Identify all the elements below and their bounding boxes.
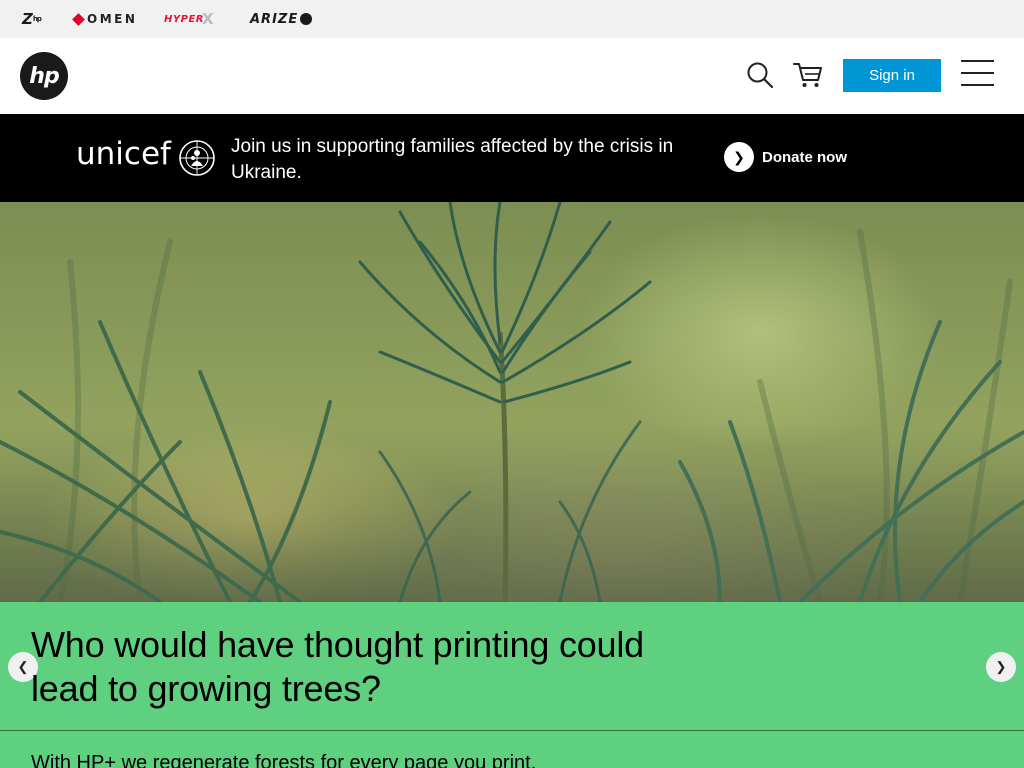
panel-divider <box>0 730 1024 731</box>
sign-in-button[interactable]: Sign in <box>843 59 941 92</box>
z-logo-text: Z <box>22 10 33 28</box>
unicef-wordmark: unicef <box>76 136 171 172</box>
unicef-promo-banner: unicef Join us in supporting families af… <box>0 114 1024 202</box>
cart-button[interactable] <box>791 58 825 92</box>
hyperx-x-mark: X <box>201 10 215 28</box>
hero-grass-illustration <box>0 202 1024 602</box>
arize-logo-text: ARIZE <box>250 11 299 27</box>
donate-now-label: Donate now <box>762 148 847 166</box>
chevron-left-icon: ❮ <box>17 659 29 674</box>
menu-line-icon <box>961 60 994 62</box>
carousel-next-button[interactable]: ❯ <box>986 652 1016 682</box>
sub-brand-strip: Zhp OMEN HYPER X ARIZE <box>0 0 1024 38</box>
menu-line-icon <box>961 84 994 86</box>
donate-now-link[interactable]: ❯ Donate now <box>724 142 847 172</box>
site-header: hp Sign in <box>0 38 1024 114</box>
hp-logo[interactable]: hp <box>20 52 68 100</box>
z-logo-mark: hp <box>32 15 42 23</box>
cart-icon <box>793 63 822 87</box>
hp-logo-text: hp <box>29 63 59 89</box>
promo-message: Join us in supporting families affected … <box>231 136 674 183</box>
menu-line-icon <box>961 72 994 74</box>
hero-headline: Who would have thought printing could le… <box>31 624 645 709</box>
z-by-hp-logo-link[interactable]: Zhp <box>22 0 42 38</box>
arize-hp-badge-icon <box>300 13 313 25</box>
omen-logo-link[interactable]: OMEN <box>72 0 138 38</box>
hero-text-panel: ❮ Who would have thought printing could … <box>0 602 1024 768</box>
hyperx-logo-text: HYPER <box>164 13 204 25</box>
hero-subheadline: With HP+ we regenerate forests for every… <box>31 752 537 768</box>
hero-image-seedling <box>0 202 1024 602</box>
omen-logo-text: OMEN <box>87 12 138 26</box>
omen-diamond-icon <box>72 12 85 26</box>
chevron-right-icon: ❯ <box>995 659 1007 674</box>
hamburger-menu-button[interactable] <box>959 60 997 90</box>
arize-logo-link[interactable]: ARIZE <box>250 0 313 38</box>
search-icon <box>747 62 774 89</box>
hyperx-logo-link[interactable]: HYPER X <box>164 0 214 38</box>
unicef-emblem-icon <box>179 140 215 176</box>
chevron-right-icon: ❯ <box>724 142 754 172</box>
search-button[interactable] <box>743 58 777 92</box>
